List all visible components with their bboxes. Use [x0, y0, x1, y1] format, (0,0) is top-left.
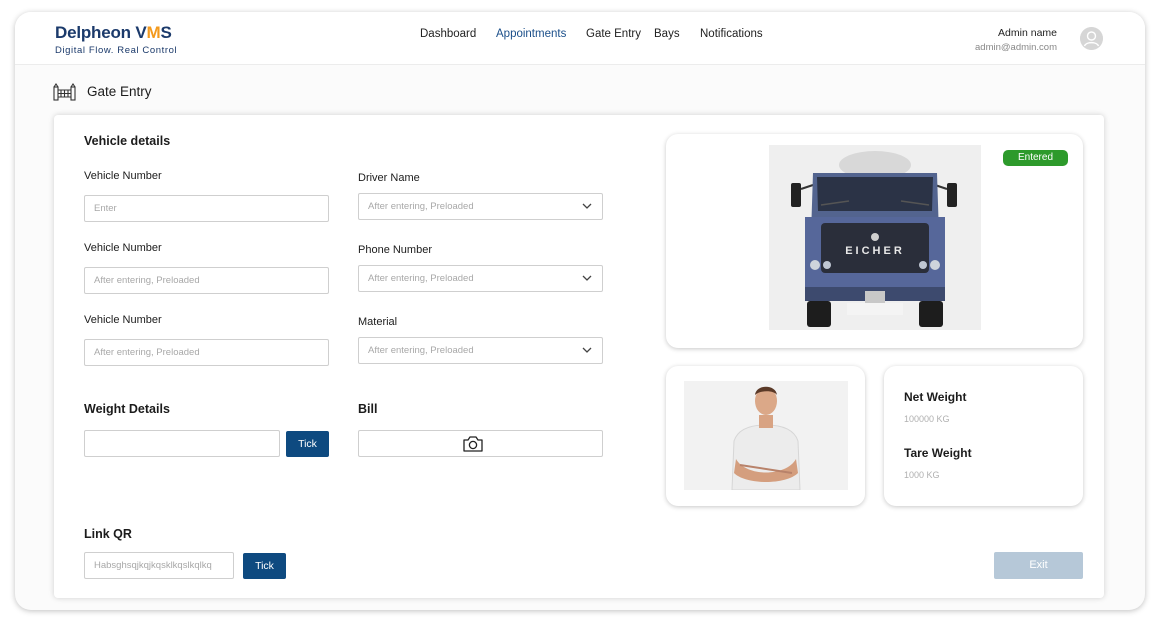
camera-icon — [463, 436, 483, 452]
gate-icon — [53, 83, 76, 101]
bill-upload[interactable] — [358, 430, 603, 457]
vehicle-number-input-2[interactable]: After entering, Preloaded — [84, 267, 329, 294]
weight-details-title: Weight Details — [84, 402, 170, 416]
truck-image: EICHER — [769, 145, 981, 330]
nav-dashboard[interactable]: Dashboard — [420, 28, 476, 40]
nav-appointments[interactable]: Appointments — [496, 28, 566, 40]
app-window: Delpheon VMS Digital Flow. Real Control … — [15, 12, 1145, 610]
material-select[interactable]: After entering, Preloaded — [358, 337, 603, 364]
vehicle-details-title: Vehicle details — [84, 134, 171, 148]
chevron-down-icon — [582, 275, 592, 281]
vehicle-number-input-3[interactable]: After entering, Preloaded — [84, 339, 329, 366]
phone-number-select[interactable]: After entering, Preloaded — [358, 265, 603, 292]
user-info[interactable]: Admin name admin@admin.com — [975, 27, 1057, 53]
nav-notifications[interactable]: Notifications — [700, 28, 763, 40]
phone-number-value: After entering, Preloaded — [368, 273, 474, 284]
nav-gate-entry[interactable]: Gate Entry — [586, 28, 641, 40]
bill-title: Bill — [358, 402, 378, 416]
material-label: Material — [358, 316, 398, 328]
brand-tagline: Digital Flow. Real Control — [55, 45, 178, 56]
vehicle-number-label-3: Vehicle Number — [84, 314, 162, 326]
tare-weight-value: 1000 KG — [904, 470, 940, 480]
top-bar: Delpheon VMS Digital Flow. Real Control … — [15, 12, 1145, 65]
link-qr-input[interactable]: Habsghsqjkqjkqsklkqslkqlkq — [84, 552, 234, 579]
weight-input[interactable] — [84, 430, 280, 457]
user-email: admin@admin.com — [975, 42, 1057, 53]
link-qr-title: Link QR — [84, 527, 132, 541]
weight-tick-button[interactable]: Tick — [286, 431, 329, 457]
driver-name-select[interactable]: After entering, Preloaded — [358, 193, 603, 220]
driver-photo — [684, 381, 848, 490]
chevron-down-icon — [582, 347, 592, 353]
phone-number-label: Phone Number — [358, 244, 432, 256]
driver-name-value: After entering, Preloaded — [368, 201, 474, 212]
weight-summary-panel: Net Weight 100000 KG Tare Weight 1000 KG — [884, 366, 1083, 506]
page-heading: Gate Entry — [53, 82, 152, 101]
vehicle-number-label-2: Vehicle Number — [84, 242, 162, 254]
exit-button[interactable]: Exit — [994, 552, 1083, 579]
tare-weight-label: Tare Weight — [904, 446, 972, 460]
link-qr-tick-button[interactable]: Tick — [243, 553, 286, 579]
driver-name-label: Driver Name — [358, 172, 420, 184]
vehicle-number-label: Vehicle Number — [84, 170, 162, 182]
vehicle-number-input[interactable]: Enter — [84, 195, 329, 222]
truck-brand-text: EICHER — [845, 245, 905, 257]
net-weight-value: 100000 KG — [904, 414, 950, 424]
gate-entry-card: Vehicle details Vehicle Number Enter Veh… — [54, 115, 1104, 598]
nav-bays[interactable]: Bays — [654, 28, 680, 40]
status-badge: Entered — [1003, 150, 1068, 166]
page-title: Gate Entry — [87, 84, 152, 99]
material-value: After entering, Preloaded — [368, 345, 474, 356]
user-avatar-icon[interactable] — [1080, 27, 1103, 50]
chevron-down-icon — [582, 203, 592, 209]
user-name: Admin name — [998, 27, 1057, 39]
net-weight-label: Net Weight — [904, 390, 967, 404]
